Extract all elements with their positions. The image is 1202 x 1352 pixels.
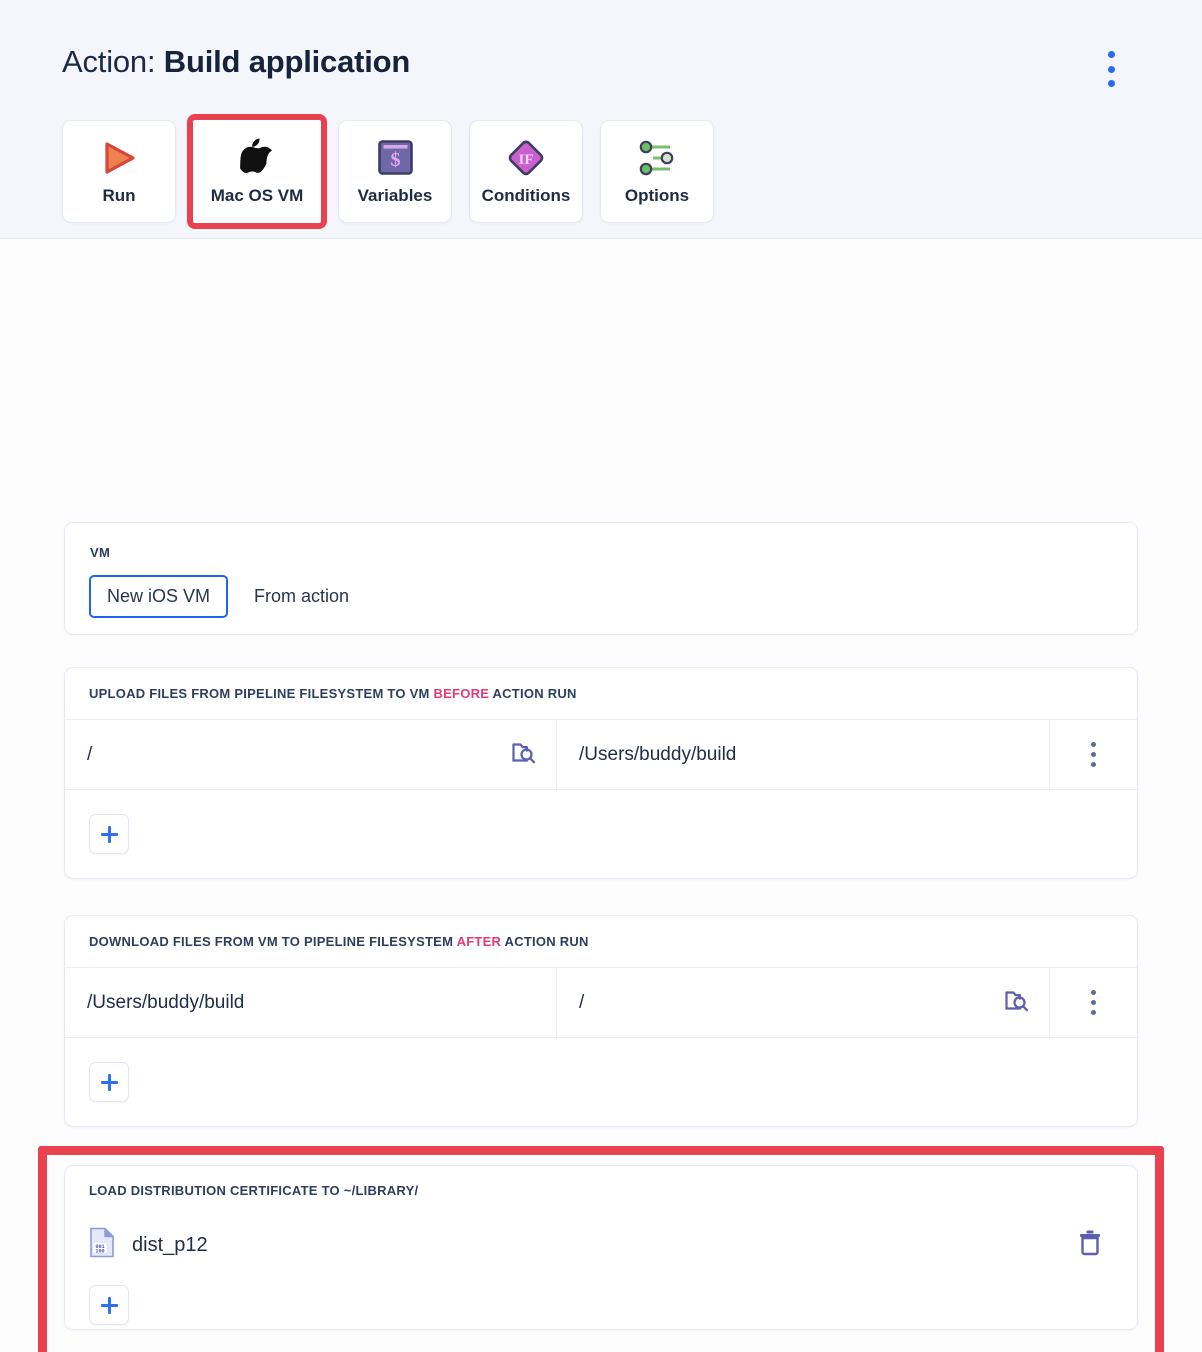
tab-conditions[interactable]: IF Conditions <box>469 120 583 223</box>
download-section-header: DOWNLOAD FILES FROM VM TO PIPELINE FILES… <box>65 916 1137 968</box>
page-title: Action: Build application <box>62 44 410 80</box>
vm-label: VM <box>90 545 110 560</box>
download-add-row <box>65 1038 1137 1126</box>
upload-files-card: UPLOAD FILES FROM PIPELINE FILESYSTEM TO… <box>64 667 1138 879</box>
tab-conditions-label: Conditions <box>482 186 571 206</box>
download-source-path: /Users/buddy/build <box>87 992 244 1014</box>
list-item: 001 100 dist_p12 <box>65 1214 1137 1276</box>
plus-icon <box>101 1074 118 1091</box>
download-title-after: ACTION RUN <box>501 934 589 949</box>
download-section-title: DOWNLOAD FILES FROM VM TO PIPELINE FILES… <box>89 934 589 949</box>
download-target-path: / <box>579 992 584 1014</box>
svg-text:$: $ <box>390 149 400 171</box>
add-upload-row-button[interactable] <box>89 814 129 854</box>
tab-options[interactable]: Options <box>600 120 714 223</box>
download-files-card: DOWNLOAD FILES FROM VM TO PIPELINE FILES… <box>64 915 1138 1127</box>
download-title-before: DOWNLOAD FILES FROM VM TO PIPELINE FILES… <box>89 934 457 949</box>
download-target-cell[interactable]: / <box>557 968 1050 1037</box>
svg-text:IF: IF <box>519 152 534 168</box>
upload-source-cell[interactable]: / <box>65 720 557 789</box>
download-title-accent: AFTER <box>457 934 502 949</box>
tab-options-label: Options <box>625 186 689 206</box>
distribution-certificate-card: LOAD DISTRIBUTION CERTIFICATE TO ~/LIBRA… <box>64 1165 1138 1330</box>
row-kebab-icon[interactable] <box>1050 968 1137 1037</box>
action-settings-page: Action: Build application Run <box>0 0 1202 1352</box>
trash-icon[interactable] <box>1077 1229 1103 1262</box>
page-header: Action: Build application Run <box>0 0 1202 239</box>
tab-mac-os-vm[interactable]: Mac OS VM <box>193 120 321 223</box>
add-certificate-button[interactable] <box>89 1285 129 1325</box>
plus-icon <box>101 826 118 843</box>
folder-search-icon[interactable] <box>1003 986 1031 1020</box>
page-title-prefix: Action: <box>62 44 164 79</box>
folder-search-icon[interactable] <box>510 738 538 772</box>
play-triangle-icon <box>99 138 139 178</box>
upload-section-title: UPLOAD FILES FROM PIPELINE FILESYSTEM TO… <box>89 686 577 701</box>
upload-source-path: / <box>87 744 92 766</box>
upload-title-after: ACTION RUN <box>489 686 577 701</box>
tab-variables-label: Variables <box>358 186 433 206</box>
tab-bar: Run Mac OS VM $ <box>62 120 714 223</box>
kebab-menu-icon[interactable] <box>1098 48 1124 90</box>
vm-option-new-ios-vm[interactable]: New iOS VM <box>89 575 228 618</box>
row-kebab-icon[interactable] <box>1050 720 1137 789</box>
certificate-section-title: LOAD DISTRIBUTION CERTIFICATE TO ~/LIBRA… <box>89 1183 418 1198</box>
upload-title-accent: BEFORE <box>433 686 489 701</box>
upload-title-before: UPLOAD FILES FROM PIPELINE FILESYSTEM TO… <box>89 686 433 701</box>
plus-icon <box>101 1297 118 1314</box>
vm-card: VM New iOS VM From action <box>64 522 1138 635</box>
download-source-cell[interactable]: /Users/buddy/build <box>65 968 557 1037</box>
upload-add-row <box>65 790 1137 878</box>
apple-logo-icon <box>240 138 274 178</box>
tab-mac-os-vm-label: Mac OS VM <box>211 186 304 206</box>
upload-section-header: UPLOAD FILES FROM PIPELINE FILESYSTEM TO… <box>65 668 1137 720</box>
sliders-icon <box>637 138 677 178</box>
upload-target-path: /Users/buddy/build <box>579 744 736 766</box>
vm-option-group: New iOS VM From action <box>89 575 355 618</box>
if-diamond-icon: IF <box>505 138 547 178</box>
page-title-name: Build application <box>164 44 410 79</box>
upload-target-cell[interactable]: /Users/buddy/build <box>557 720 1050 789</box>
table-row: / /Users/buddy/build <box>65 720 1137 790</box>
tab-run[interactable]: Run <box>62 120 176 223</box>
binary-file-icon: 001 100 <box>89 1227 115 1263</box>
certificate-section-header: LOAD DISTRIBUTION CERTIFICATE TO ~/LIBRA… <box>65 1166 1137 1214</box>
tab-variables[interactable]: $ Variables <box>338 120 452 223</box>
dollar-card-icon: $ <box>377 138 414 178</box>
certificate-add-row <box>65 1276 1137 1334</box>
svg-text:100: 100 <box>95 1249 104 1255</box>
add-download-row-button[interactable] <box>89 1062 129 1102</box>
vm-option-from-action[interactable]: From action <box>248 575 355 618</box>
certificate-file-name: dist_p12 <box>132 1234 208 1257</box>
tab-run-label: Run <box>102 186 135 206</box>
table-row: /Users/buddy/build / <box>65 968 1137 1038</box>
